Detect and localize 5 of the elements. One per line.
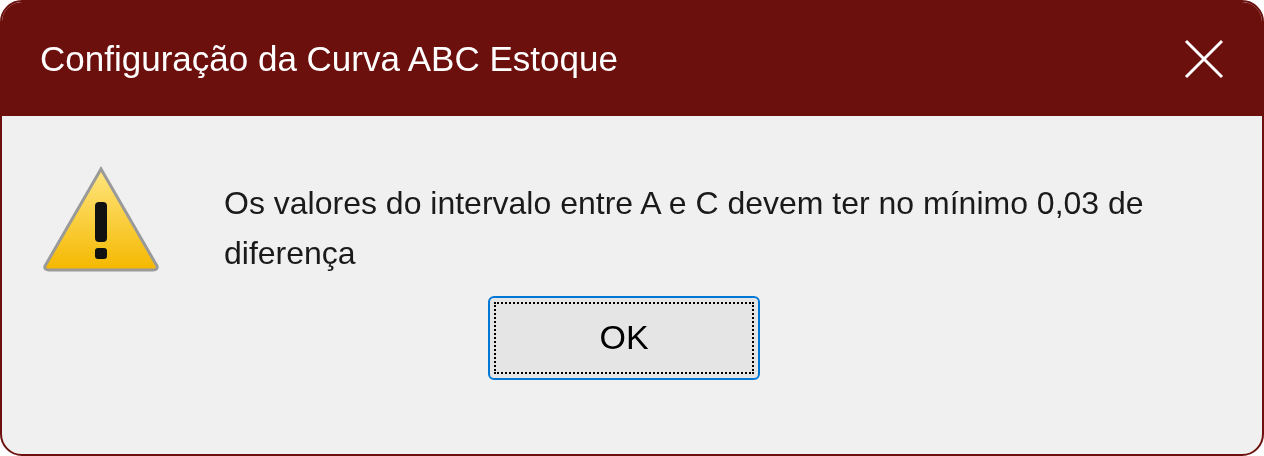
- close-icon[interactable]: [1184, 39, 1224, 79]
- ok-button[interactable]: OK: [488, 296, 760, 380]
- warning-icon: [42, 166, 160, 272]
- message-text: Os valores do intervalo entre A e C devem ter no mínimo 0,03 de diferença: [224, 184, 1145, 273]
- window-title: Configuração da Curva ABC Estoque: [40, 37, 618, 80]
